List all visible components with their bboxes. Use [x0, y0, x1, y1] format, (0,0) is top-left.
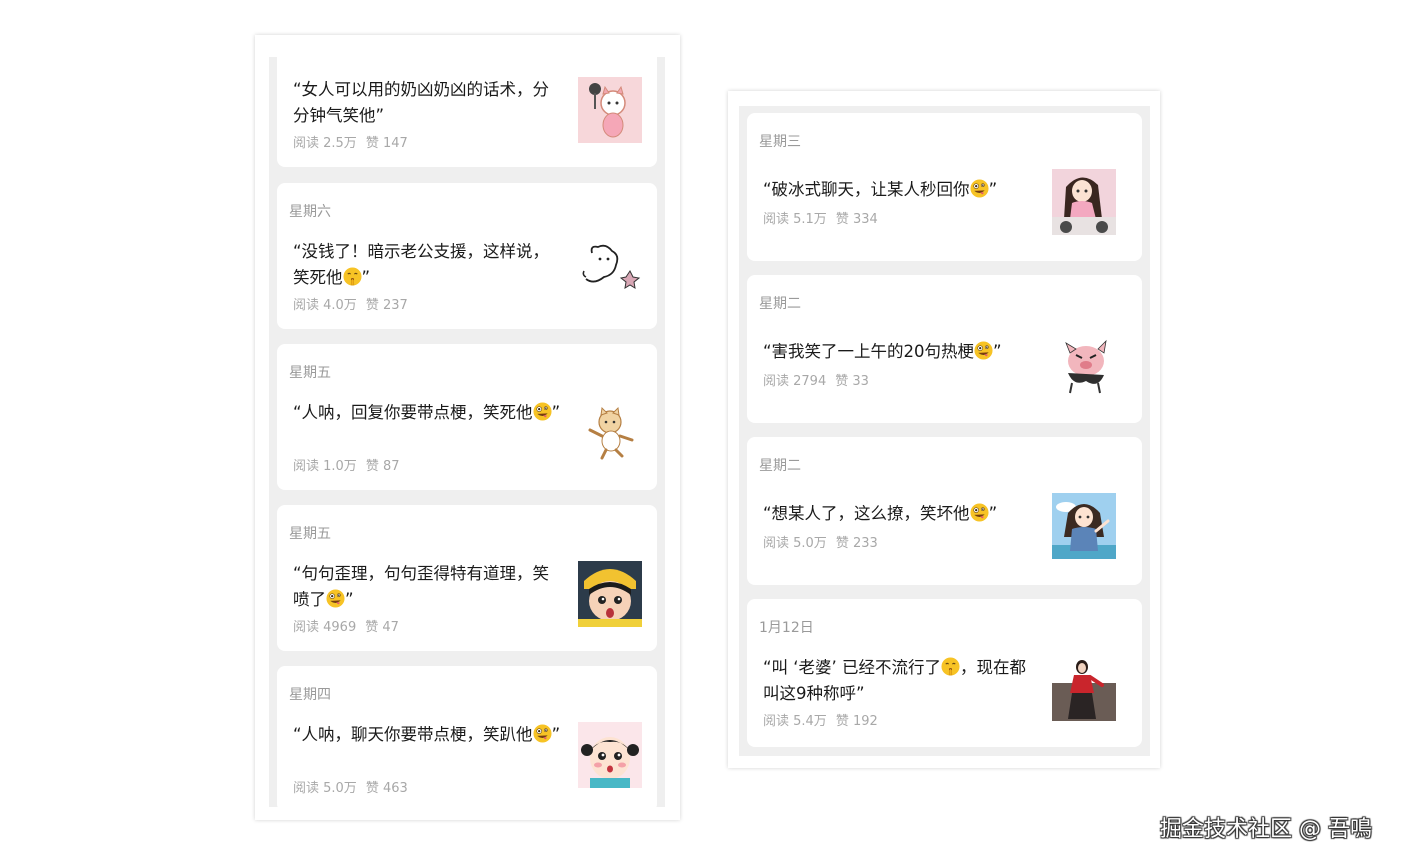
article-stats: 阅读 5.0万赞 463 — [293, 777, 408, 796]
like-count: 赞 147 — [365, 136, 408, 151]
anime-girl-car-icon[interactable] — [1052, 169, 1116, 235]
article-card[interactable]: 星期五 “人呐，回复你要带点梗，笑死他 ” 阅读 1.0万赞 87 — [277, 344, 657, 490]
article-stats: 阅读 4.0万赞 237 — [293, 294, 408, 313]
article-title-end: ” — [551, 403, 561, 422]
article-title-text: “人呐，回复你要带点梗，笑死他 — [293, 403, 533, 422]
read-count: 阅读 4969 — [293, 620, 357, 635]
article-date: 1月12日 — [759, 620, 814, 636]
right-article-list-screenshot: 星期三 “破冰式聊天，让某人秒回你 ” 阅读 5.1万赞 334 星期二 “害我笑… — [728, 91, 1160, 768]
angry-pig-icon[interactable] — [1052, 331, 1116, 397]
like-count: 赞 33 — [835, 374, 869, 389]
pigtail-girl-icon[interactable] — [578, 722, 642, 788]
article-card[interactable]: 星期五 “句句歪理，句句歪得特有道理，笑喷了” 阅读 4969 赞 47 — [277, 505, 657, 651]
like-count: 赞 334 — [835, 212, 878, 227]
article-date: 昨天 — [289, 57, 317, 59]
read-count: 阅读 1.0万 — [293, 459, 357, 474]
article-title-text: “害我笑了一上午的20句热梗 — [763, 342, 975, 361]
read-count: 阅读 4.0万 — [293, 298, 357, 313]
article-title-text: “女人可以用的奶凶奶凶的话术，分分钟气笑他” — [293, 80, 550, 125]
zany-face-emoji — [970, 179, 989, 198]
article-title-end: ” — [993, 342, 1002, 361]
shush-emoji — [343, 267, 362, 286]
like-count: 赞 237 — [365, 298, 408, 313]
article-title-text: “人呐，聊天你要带点梗，笑趴他 — [293, 725, 533, 744]
like-count: 赞 192 — [835, 714, 878, 729]
article-date: 星期五 — [289, 365, 331, 381]
article-title[interactable]: “破冰式聊天，让某人秒回你 ” — [763, 177, 1035, 203]
article-card[interactable]: 星期三 “破冰式聊天，让某人秒回你 ” 阅读 5.1万赞 334 — [747, 113, 1142, 261]
article-card[interactable]: 星期四 “人呐，聊天你要带点梗，笑趴他 ” 阅读 5.0万赞 463 — [277, 666, 657, 807]
article-date: 星期二 — [759, 458, 801, 474]
article-title-text: “叫 ‘老婆’ 已经不流行了 — [763, 658, 942, 677]
article-title-end: ” — [988, 504, 998, 523]
zany-face-emoji — [533, 402, 552, 421]
article-title-end: ” — [345, 590, 354, 609]
like-count: 赞 233 — [835, 536, 878, 551]
pink-cat-icon[interactable] — [578, 77, 642, 143]
article-date: 星期五 — [289, 526, 331, 542]
article-title[interactable]: “人呐，聊天你要带点梗，笑趴他 ” — [293, 722, 565, 748]
article-title[interactable]: “女人可以用的奶凶奶凶的话术，分分钟气笑他” — [293, 77, 565, 129]
article-title[interactable]: “没钱了！暗示老公支援，这样说，笑死他” — [293, 239, 565, 291]
woman-red-jacket-icon[interactable] — [1052, 655, 1116, 721]
zany-face-emoji — [970, 503, 989, 522]
article-stats: 阅读 5.4万赞 192 — [763, 710, 878, 729]
article-title-end: ” — [988, 180, 998, 199]
article-title-text: “想某人了，这么撩，笑坏他 — [763, 504, 970, 523]
article-date: 星期六 — [289, 204, 331, 220]
article-title[interactable]: “害我笑了一上午的20句热梗 ” — [763, 339, 1035, 365]
article-stats: 阅读 5.0万赞 233 — [763, 532, 878, 551]
read-count: 阅读 2794 — [763, 374, 827, 389]
article-title-end: ” — [361, 268, 371, 287]
read-count: 阅读 5.0万 — [763, 536, 827, 551]
article-date: 星期二 — [759, 296, 801, 312]
article-title-text: “破冰式聊天，让某人秒回你 — [763, 180, 970, 199]
article-stats: 阅读 4969 赞 47 — [293, 616, 399, 635]
article-date: 星期三 — [759, 134, 801, 150]
zany-face-emoji — [326, 589, 345, 608]
read-count: 阅读 5.4万 — [763, 714, 827, 729]
article-stats: 阅读 2.5万赞 147 — [293, 132, 408, 151]
article-card[interactable]: 星期二 “害我笑了一上午的20句热梗 ” 阅读 2794 赞 33 — [747, 275, 1142, 423]
read-count: 阅读 5.1万 — [763, 212, 827, 227]
doodle-bear-icon[interactable] — [578, 239, 642, 305]
shush-emoji — [941, 657, 960, 676]
article-feed: 昨天 “女人可以用的奶凶奶凶的话术，分分钟气笑他” 阅读 2.5万赞 147 星… — [269, 57, 665, 807]
article-date: 星期四 — [289, 687, 331, 703]
article-title[interactable]: “人呐，回复你要带点梗，笑死他 ” — [293, 400, 565, 426]
article-card[interactable]: 昨天 “女人可以用的奶凶奶凶的话术，分分钟气笑他” 阅读 2.5万赞 147 — [277, 57, 657, 167]
like-count: 赞 463 — [365, 781, 408, 796]
article-card[interactable]: 1月12日 “叫 ‘老婆’ 已经不流行了 ，现在都叫这9种称呼” 阅读 5.4万赞… — [747, 599, 1142, 747]
like-count: 赞 47 — [365, 620, 399, 635]
surprised-girl-icon[interactable] — [578, 561, 642, 627]
article-title[interactable]: “想某人了，这么撩，笑坏他 ” — [763, 501, 1035, 527]
read-count: 阅读 2.5万 — [293, 136, 357, 151]
article-stats: 阅读 1.0万赞 87 — [293, 455, 400, 474]
article-feed: 星期三 “破冰式聊天，让某人秒回你 ” 阅读 5.1万赞 334 星期二 “害我笑… — [739, 106, 1150, 756]
article-stats: 阅读 5.1万赞 334 — [763, 208, 878, 227]
article-title[interactable]: “叫 ‘老婆’ 已经不流行了 ，现在都叫这9种称呼” — [763, 655, 1035, 707]
zany-face-emoji — [974, 341, 993, 360]
article-card[interactable]: 星期六 “没钱了！暗示老公支援，这样说，笑死他” 阅读 4.0万赞 237 — [277, 183, 657, 329]
article-stats: 阅读 2794 赞 33 — [763, 370, 869, 389]
article-card[interactable]: 星期二 “想某人了，这么撩，笑坏他 ” 阅读 5.0万赞 233 — [747, 437, 1142, 585]
left-article-list-screenshot: 昨天 “女人可以用的奶凶奶凶的话术，分分钟气笑他” 阅读 2.5万赞 147 星… — [255, 35, 680, 820]
watermark: 掘金技术社区 @ 吾鳴 — [1160, 817, 1373, 843]
dancing-cat-icon[interactable] — [578, 400, 642, 466]
like-count: 赞 87 — [365, 459, 400, 474]
article-title[interactable]: “句句歪理，句句歪得特有道理，笑喷了” — [293, 561, 565, 613]
anime-girl-sky-icon[interactable] — [1052, 493, 1116, 559]
read-count: 阅读 5.0万 — [293, 781, 357, 796]
zany-face-emoji — [533, 724, 552, 743]
article-title-end: ” — [551, 725, 561, 744]
article-title-text: “没钱了！暗示老公支援，这样说，笑死他 — [293, 242, 550, 287]
